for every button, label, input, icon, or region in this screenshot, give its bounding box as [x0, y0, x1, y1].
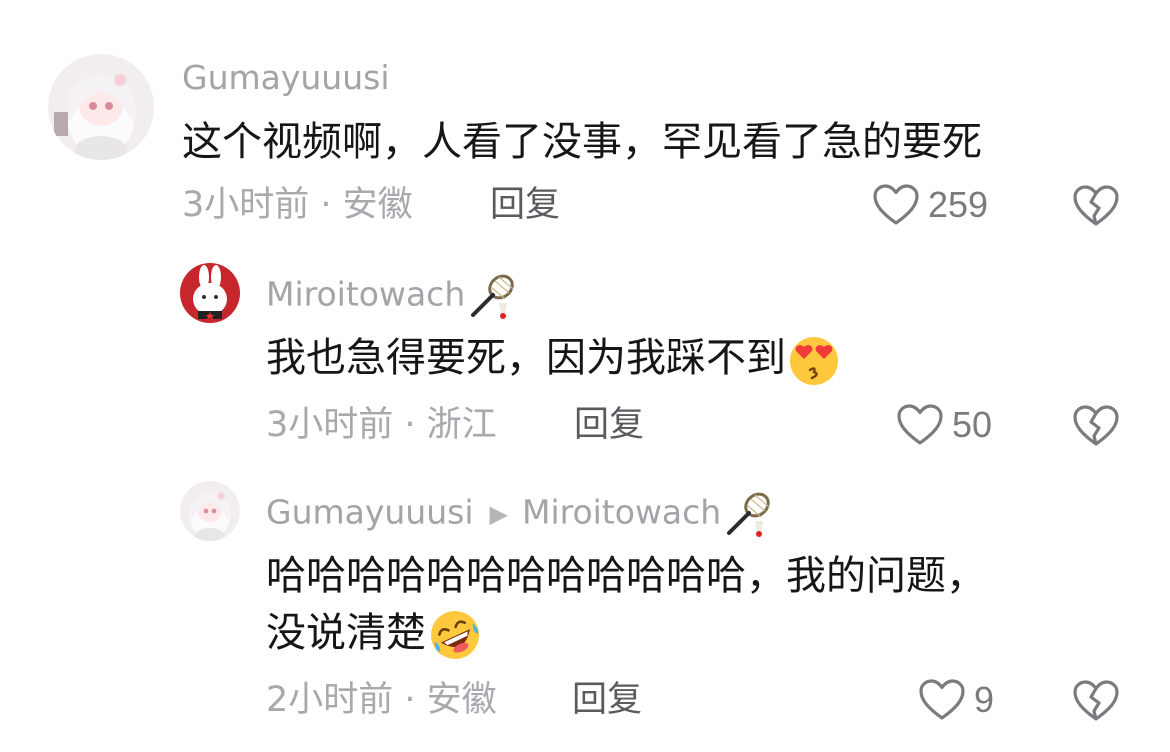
like-button[interactable]: 50: [896, 403, 992, 447]
broken-heart-icon: [1073, 185, 1119, 226]
dislike-button[interactable]: [1072, 404, 1120, 452]
heart-outline-icon: [897, 404, 943, 445]
comment-text-line-2: 没说清楚: [266, 605, 484, 664]
reply-button[interactable]: 回复: [490, 183, 560, 227]
comment-time-location: 2小时前 · 安徽: [266, 680, 497, 720]
rabbit-avatar-image: [180, 263, 240, 323]
comment-text: 我也急得要死，因为我踩不到: [266, 330, 842, 388]
comment-text-content: 我也急得要死，因为我踩不到: [266, 335, 786, 381]
like-count: 9: [974, 679, 995, 720]
reply-button[interactable]: 回复: [572, 678, 642, 722]
like-button[interactable]: 259: [872, 183, 988, 227]
badminton-racket-emoji: [727, 492, 770, 537]
comment-time-location: 3小时前 · 安徽: [182, 185, 413, 225]
reply-to-name[interactable]: Miroitowach: [522, 493, 721, 532]
dislike-button[interactable]: [1072, 679, 1120, 727]
heart-outline-icon: [873, 184, 919, 225]
avatar[interactable]: [48, 54, 154, 160]
badminton-racket-emoji: [471, 274, 514, 319]
comment-text-content: 没说清楚: [266, 610, 426, 656]
like-button[interactable]: 9: [918, 678, 994, 722]
anime-girl-avatar-image: [48, 54, 154, 160]
author-name: Gumayuuusi: [266, 492, 474, 532]
dislike-button[interactable]: [1072, 184, 1120, 232]
avatar[interactable]: [180, 481, 240, 541]
comment-author[interactable]: Miroitowach: [266, 273, 517, 319]
comment-time-location: 3小时前 · 浙江: [266, 405, 497, 445]
heart-eyes-emoji: [790, 337, 838, 385]
broken-heart-icon: [1073, 680, 1119, 721]
author-name: Miroitowach: [266, 274, 466, 314]
avatar[interactable]: [180, 263, 240, 323]
reply-to-arrow-icon: ▶: [489, 500, 508, 528]
heart-outline-icon: [919, 679, 965, 720]
anime-girl-avatar-image: [180, 481, 240, 541]
like-count: 259: [928, 184, 989, 225]
rofl-emoji: [431, 611, 479, 659]
like-count: 50: [952, 404, 993, 445]
broken-heart-icon: [1073, 405, 1119, 446]
comment-text-line-1: 哈哈哈哈哈哈哈哈哈哈哈哈，我的问题，: [266, 553, 986, 599]
comment-text: 这个视频啊，人看了没事，罕见看了急的要死: [182, 119, 982, 165]
reply-button[interactable]: 回复: [574, 403, 644, 447]
comment-author[interactable]: Gumayuuusi ▶ Miroitowach: [266, 491, 773, 537]
comment-author[interactable]: Gumayuuusi: [182, 58, 390, 98]
